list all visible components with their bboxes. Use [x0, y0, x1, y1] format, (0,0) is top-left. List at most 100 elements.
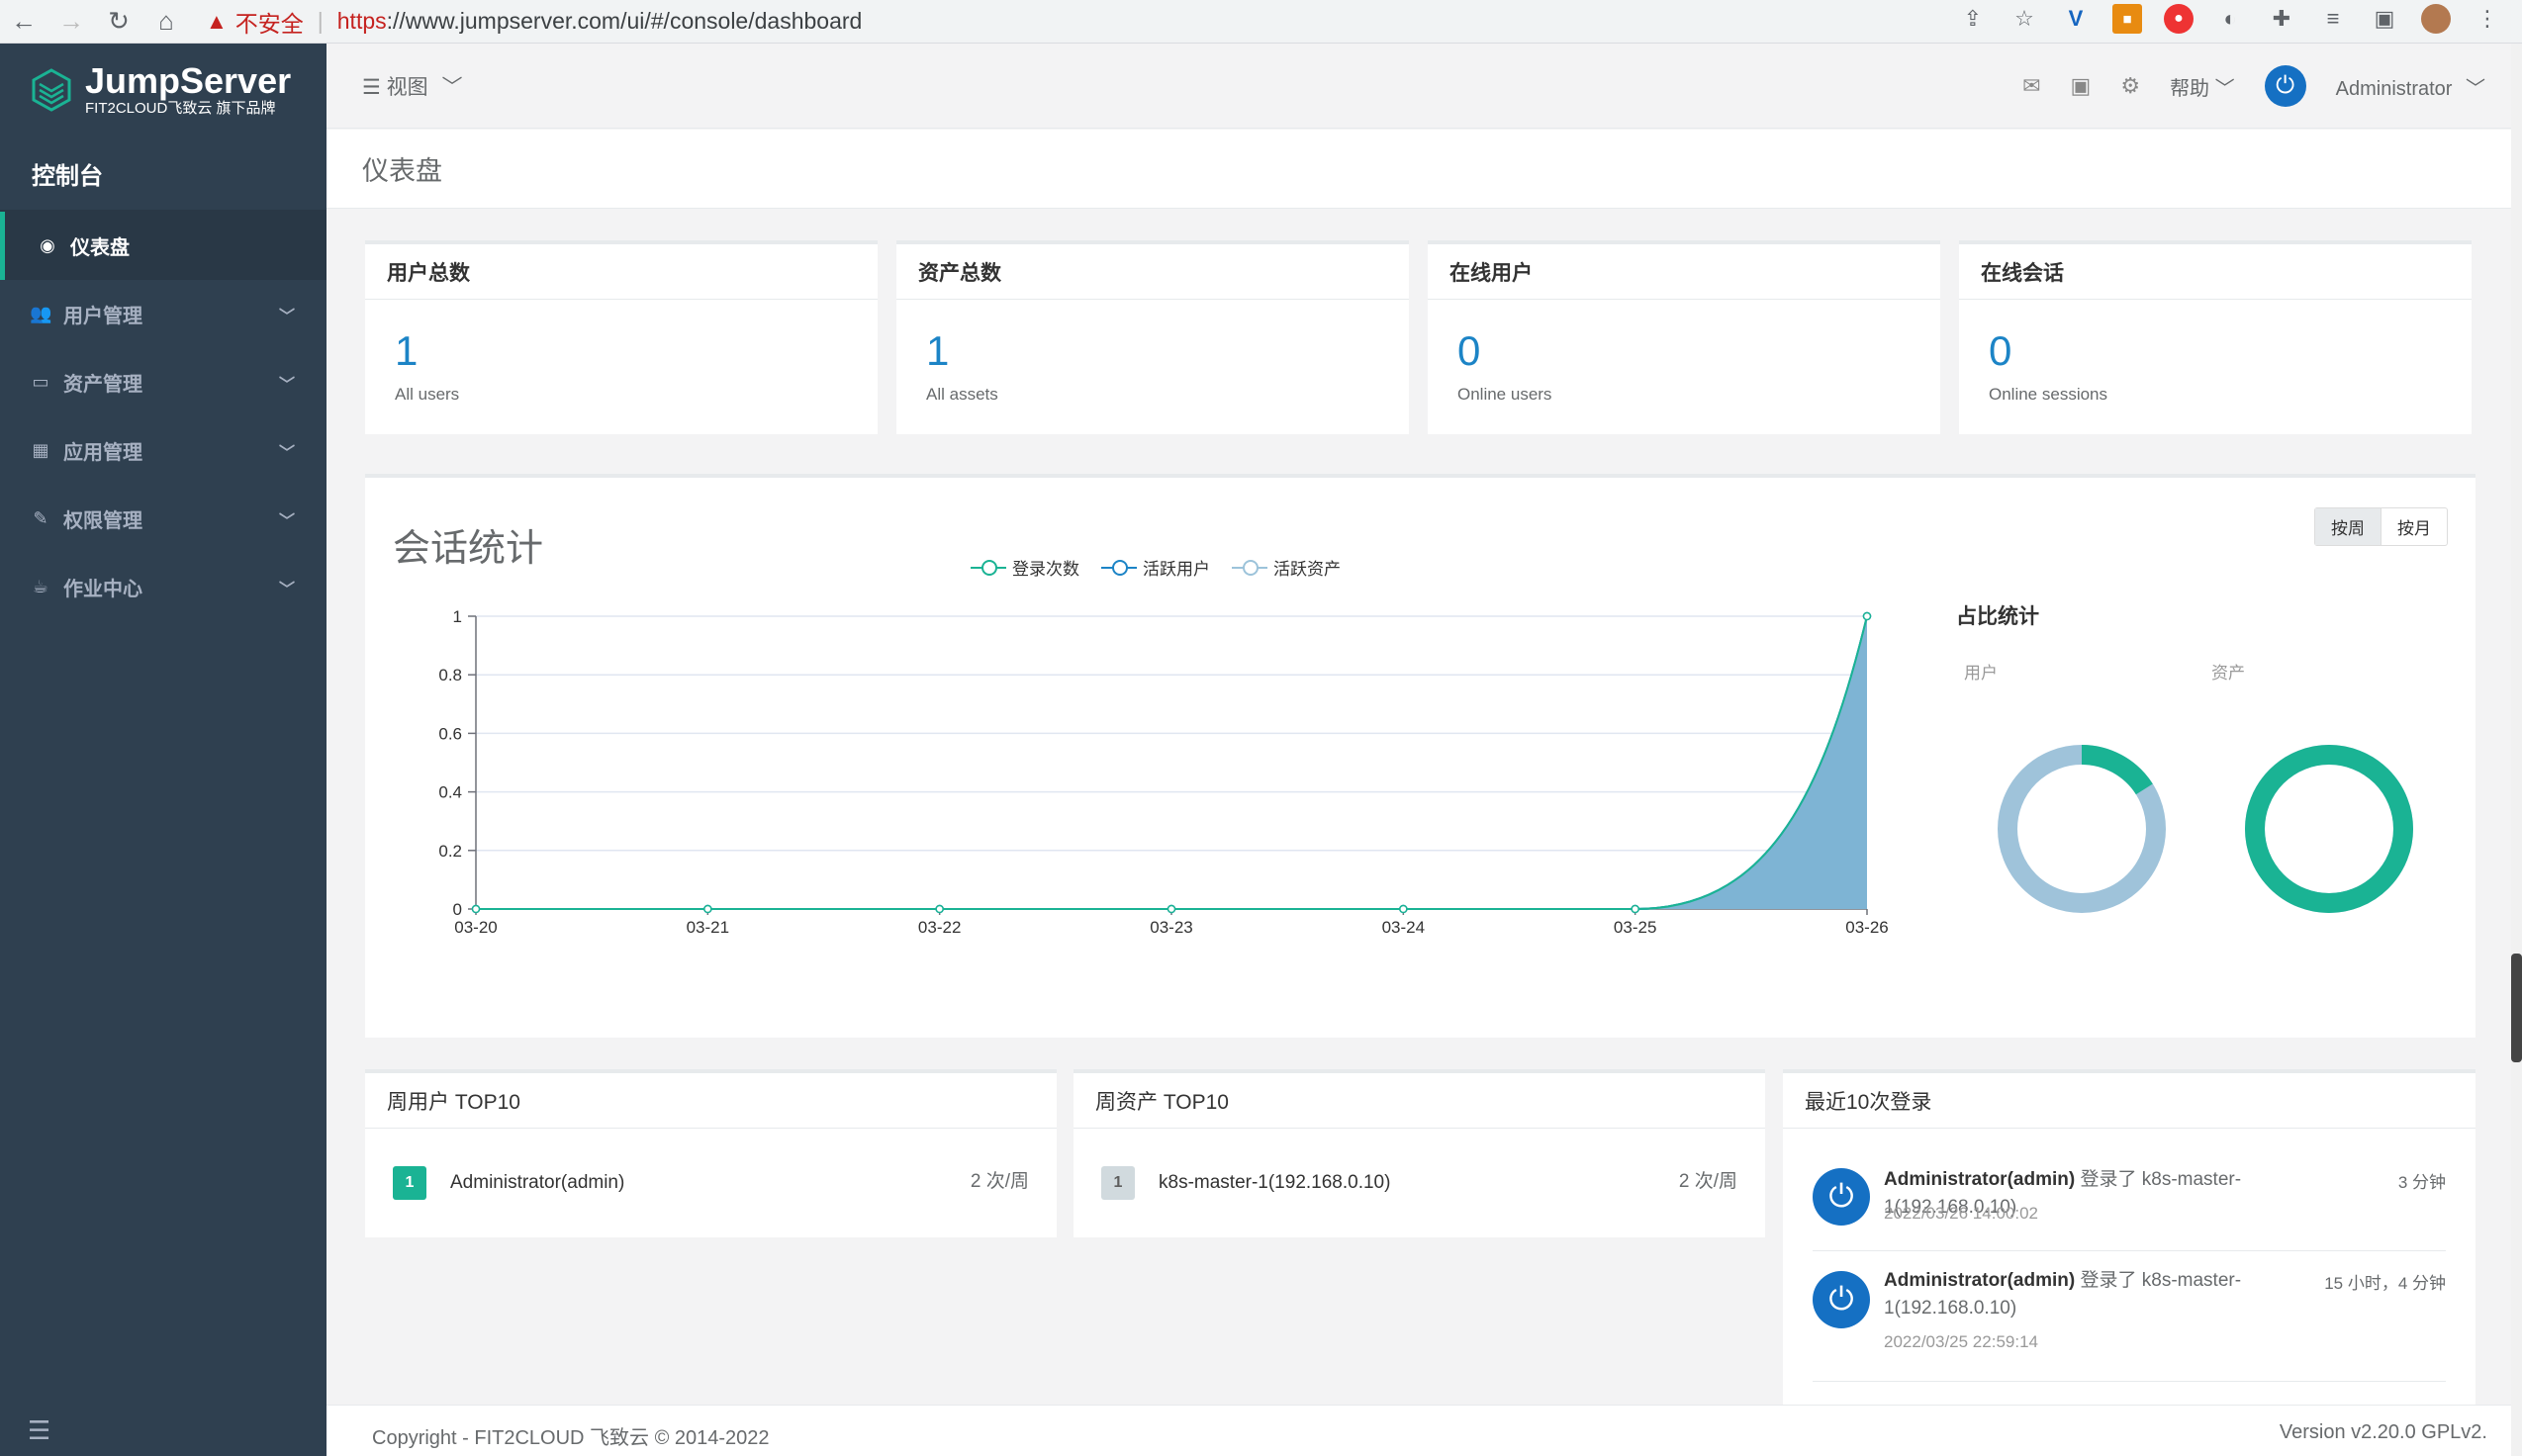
- sidebar-item-jobs[interactable]: ☕ 作业中心 ﹀: [0, 553, 327, 621]
- jumpserver-logo[interactable]: JumpServer FIT2CLOUD飞致云 旗下品牌: [0, 44, 327, 136]
- user-avatar: ⏻: [1813, 1168, 1870, 1226]
- x-tick-label: 03-24: [1382, 918, 1425, 937]
- bookmark-star-icon[interactable]: ☆: [2009, 4, 2039, 34]
- back-arrow-icon[interactable]: ←: [0, 0, 47, 44]
- session-stats-title: 会话统计: [393, 528, 544, 570]
- sidebar-item-permissions[interactable]: ✎ 权限管理 ﹀: [0, 485, 327, 553]
- user-avatar[interactable]: ⏻: [2264, 65, 2306, 107]
- series-line-0: [476, 615, 1868, 910]
- card-title: 最近10次登录: [1783, 1073, 2475, 1129]
- series-area-0: [476, 616, 1867, 909]
- legend-item-active-users[interactable]: 活跃用户: [1101, 555, 1210, 580]
- week-button[interactable]: 按周: [2315, 508, 2382, 545]
- stat-desc: All assets: [926, 385, 998, 404]
- reading-list-icon[interactable]: ≡: [2318, 4, 2348, 34]
- insecure-label: 不安全: [234, 10, 304, 37]
- y-tick-label: 0.8: [438, 666, 462, 684]
- edit-icon: ✎: [33, 508, 48, 528]
- table-row[interactable]: 1 k8s-master-1(192.168.0.10): [1101, 1166, 1390, 1200]
- stat-value[interactable]: 1: [395, 329, 418, 373]
- ratio-stats-title: 占比统计: [1956, 605, 2039, 628]
- page-title: 仪表盘: [362, 156, 442, 186]
- page-scrollbar[interactable]: [2511, 44, 2522, 1456]
- donut-chart-assets: [2245, 745, 2413, 913]
- inbox-icon: ▭: [32, 372, 49, 392]
- url-text: ://www.jumpserver.com/ui/#/console/dashb…: [386, 8, 863, 34]
- donut-chart-users: [1998, 745, 2166, 913]
- sidebar-item-applications[interactable]: ▦ 应用管理 ﹀: [0, 416, 327, 485]
- row-count: 2 次/周: [1678, 1171, 1737, 1192]
- extension-red-icon[interactable]: ●: [2164, 4, 2194, 34]
- version-text: Version v2.20.0 GPLv2.: [2279, 1421, 2487, 1443]
- data-point: [471, 904, 481, 914]
- x-tick-label: 03-23: [1150, 918, 1192, 937]
- user-avatar: ⏻: [1813, 1271, 1870, 1328]
- chevron-down-icon: ﹀: [278, 308, 295, 325]
- x-tick-label: 03-20: [454, 918, 497, 937]
- series-line-1: [476, 615, 1868, 910]
- chevron-down-icon: ﹀: [278, 581, 295, 598]
- legend-label: 活跃资产: [1273, 560, 1341, 579]
- mail-icon[interactable]: ✉: [2022, 73, 2040, 99]
- home-icon[interactable]: ⌂: [142, 0, 190, 44]
- stat-desc: All users: [395, 385, 460, 404]
- series-area-1: [476, 616, 1867, 909]
- grid-icon: ▦: [32, 440, 49, 460]
- chart-legend: 登录次数 活跃用户 活跃资产: [971, 555, 1341, 580]
- extension-orange-icon[interactable]: ■: [2112, 4, 2142, 34]
- x-tick-label: 03-21: [687, 918, 729, 937]
- card-title: 周用户 TOP10: [365, 1073, 1057, 1129]
- table-row[interactable]: 1 Administrator(admin): [393, 1166, 624, 1200]
- share-icon[interactable]: ⇪: [1958, 4, 1988, 34]
- session-line-chart: 0 0.2 0.4 0.6 0.8 1 03-20 03-21 03-22 03-23 03-24 0…: [438, 607, 1888, 937]
- extension-mask-icon[interactable]: ◐: [2215, 4, 2245, 34]
- reload-icon[interactable]: ↻: [95, 0, 142, 44]
- chevron-down-icon: ﹀: [2466, 77, 2485, 100]
- sidebar-item-label: 作业中心: [63, 579, 142, 600]
- stat-value[interactable]: 1: [926, 329, 949, 373]
- copyright-text: Copyright - FIT2CLOUD 飞致云 © 2014-2022: [372, 1427, 770, 1449]
- gear-icon[interactable]: ⚙: [2120, 73, 2140, 99]
- legend-item-active-assets[interactable]: 活跃资产: [1232, 555, 1341, 580]
- address-bar[interactable]: ▲ 不安全 | https://www.jumpserver.com/ui/#/…: [206, 4, 2086, 40]
- help-dropdown[interactable]: 帮助 ﹀: [2170, 72, 2235, 101]
- extension-v-icon[interactable]: V: [2061, 4, 2091, 34]
- terminal-icon[interactable]: ▣: [2071, 73, 2092, 99]
- top-navbar: ☰ 视图 ﹀ ✉ ▣ ⚙ 帮助 ﹀ ⏻ Administrator ﹀: [327, 44, 2511, 129]
- browser-menu-icon[interactable]: ⋮: [2473, 4, 2502, 34]
- puzzle-icon[interactable]: ✚: [2267, 4, 2296, 34]
- data-point: [703, 904, 712, 914]
- rank-badge: 1: [393, 1166, 426, 1200]
- stat-value[interactable]: 0: [1989, 329, 2011, 373]
- chevron-down-icon: ﹀: [278, 444, 295, 462]
- scrollbar-thumb[interactable]: [2511, 954, 2522, 1062]
- stat-value[interactable]: 0: [1457, 329, 1480, 373]
- view-dropdown[interactable]: ☰ 视图 ﹀: [362, 71, 463, 101]
- login-user[interactable]: Administrator(admin): [1884, 1169, 2075, 1190]
- login-user[interactable]: Administrator(admin): [1884, 1270, 2075, 1291]
- legend-marker: [1101, 559, 1137, 576]
- forward-arrow-icon[interactable]: →: [47, 0, 95, 44]
- sidebar-item-dashboard[interactable]: ◉ 仪表盘: [0, 212, 327, 280]
- sidebar-item-assets[interactable]: ▭ 资产管理 ﹀: [0, 348, 327, 416]
- side-panel-icon[interactable]: ▣: [2370, 4, 2399, 34]
- stat-desc: Online sessions: [1989, 385, 2108, 404]
- url-scheme: https: [336, 8, 387, 34]
- month-button[interactable]: 按月: [2382, 508, 2447, 545]
- user-dropdown[interactable]: Administrator ﹀: [2336, 72, 2485, 101]
- list-item[interactable]: ⏻ Administrator(admin) 登录了 k8s-master-1(…: [1813, 1253, 2446, 1382]
- session-stats-panel: 会话统计 登录次数 活跃用户 活跃资产 按周 按月 0 0.2 0.4 0.6 0.8 1…: [365, 474, 2475, 1038]
- list-item[interactable]: ⏻ Administrator(admin) 登录了 k8s-master-1(…: [1813, 1142, 2446, 1251]
- data-point: [1862, 611, 1872, 621]
- logo-title: JumpServer: [85, 60, 292, 101]
- stat-title: 在线会话: [1959, 244, 2472, 300]
- row-count: 2 次/周: [970, 1171, 1029, 1192]
- sidebar: JumpServer FIT2CLOUD飞致云 旗下品牌 控制台 ◉ 仪表盘 👥…: [0, 44, 327, 1456]
- y-tick-label: 0: [453, 900, 462, 919]
- profile-avatar[interactable]: [2421, 4, 2451, 34]
- sidebar-item-users[interactable]: 👥 用户管理 ﹀: [0, 280, 327, 348]
- legend-item-login-count[interactable]: 登录次数: [971, 555, 1079, 580]
- chevron-down-icon: ﹀: [2214, 77, 2235, 100]
- sidebar-collapse-icon[interactable]: ☰: [0, 1405, 327, 1456]
- legend-marker: [1232, 559, 1267, 576]
